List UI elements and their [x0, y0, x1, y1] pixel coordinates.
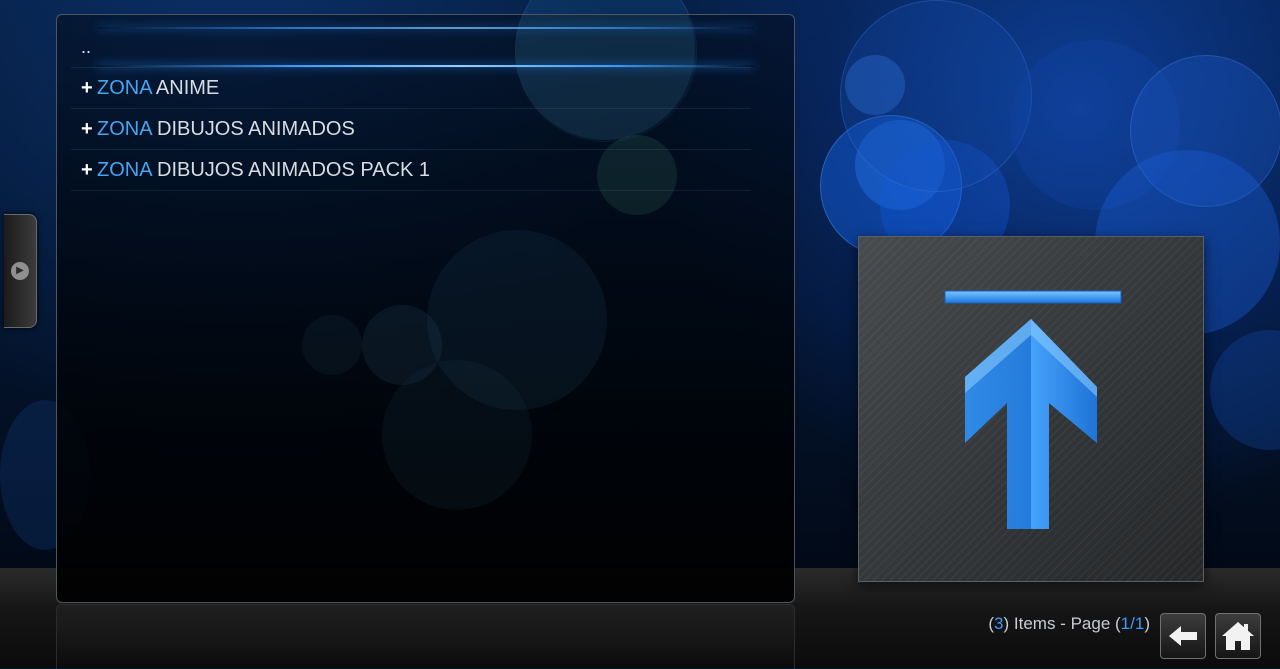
items-text: ) Items - Page (: [1003, 614, 1121, 633]
bokeh-bubble: [845, 55, 905, 115]
plus-icon: +: [81, 77, 93, 99]
page-current: 1: [1120, 614, 1131, 633]
side-menu-tab[interactable]: ▶: [4, 214, 37, 328]
bokeh-bubble: [302, 315, 362, 375]
back-arrow-icon: [1169, 626, 1197, 646]
item-count: 3: [994, 614, 1004, 633]
panel-reflection: [56, 604, 795, 669]
home-button[interactable]: [1215, 613, 1261, 659]
plus-icon: +: [81, 118, 93, 140]
item-keyword: ZONA: [97, 77, 152, 99]
list-item[interactable]: + ZONA DIBUJOS ANIMADOS: [71, 109, 751, 150]
page-total: 1: [1134, 614, 1145, 633]
preview-thumbnail: [858, 236, 1204, 582]
parent-folder-label: ..: [81, 37, 92, 57]
items-page-info: (3) Items - Page (1/1): [988, 614, 1150, 634]
item-label: ANIME: [155, 77, 220, 99]
file-list-panel: .. + ZONA ANIME + ZONA DIBUJOS ANIMADOS + Z…: [56, 14, 795, 603]
item-keyword: ZONA: [97, 118, 152, 140]
parent-folder-item[interactable]: ..: [71, 27, 751, 68]
paren-close: ): [1144, 614, 1150, 633]
list-item[interactable]: + ZONA DIBUJOS ANIMADOS PACK 1: [71, 150, 751, 191]
item-label: DIBUJOS ANIMADOS: [157, 118, 355, 140]
folder-list: .. + ZONA ANIME + ZONA DIBUJOS ANIMADOS + Z…: [71, 27, 751, 191]
bokeh-bubble: [382, 360, 532, 510]
item-label: DIBUJOS ANIMADOS PACK 1: [157, 159, 431, 181]
back-button[interactable]: [1160, 613, 1206, 659]
chevron-right-icon: ▶: [11, 262, 29, 280]
plus-icon: +: [81, 159, 93, 181]
list-item[interactable]: + ZONA ANIME: [71, 68, 751, 109]
folder-up-arrow-icon: [944, 290, 1122, 529]
item-keyword: ZONA: [97, 159, 152, 181]
home-icon: [1222, 622, 1254, 650]
